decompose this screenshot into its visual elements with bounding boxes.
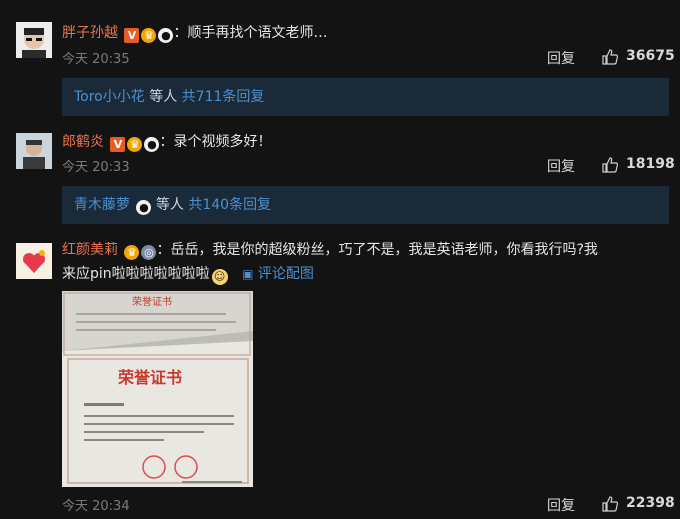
- reply-count-link[interactable]: 共711条回复: [182, 89, 265, 105]
- like-count: 22398: [626, 495, 675, 511]
- comment-text: 红颜美莉 ♛ ◎ ：岳岳，我是你的超级粉丝，巧了不是，我是英语老师，你看我行吗?我: [62, 239, 660, 261]
- thumbs-up-icon[interactable]: [602, 157, 618, 173]
- reply-suffix: 等人: [144, 89, 182, 105]
- replies-summary[interactable]: Toro小小花 等人 共711条回复: [62, 78, 669, 116]
- crown-badge-icon: ♛: [141, 28, 157, 43]
- medal-badge-icon: ◎: [141, 245, 157, 260]
- comment-body: ：顺手再找个语文老师…: [173, 25, 328, 41]
- comment-text: 胖子孙越 V ♛ ● ：顺手再找个语文老师…: [62, 22, 660, 44]
- username-link[interactable]: 红颜美莉: [62, 242, 118, 258]
- avatar[interactable]: [16, 133, 52, 169]
- picture-icon[interactable]: ▣: [242, 267, 253, 281]
- crown-badge-icon: ♛: [124, 245, 140, 260]
- reply-user-link[interactable]: 青木藤萝: [74, 197, 130, 213]
- vip-v-icon: V: [110, 137, 126, 152]
- comment-text: 郎鹤炎 V ♛ ● ：录个视频多好！: [62, 131, 660, 153]
- comment-picture-link[interactable]: 评论配图: [258, 266, 314, 282]
- like-count: 36675: [626, 48, 675, 64]
- comment-time: 今天 20:33: [62, 160, 130, 175]
- comment-body: ：录个视频多好！: [159, 134, 272, 150]
- thumbs-up-icon[interactable]: [602, 49, 618, 65]
- avatar[interactable]: [16, 243, 52, 279]
- comment-item: 郎鹤炎 V ♛ ● ：录个视频多好！ 今天 20:33 回复 18198 青木藤萝 ●…: [0, 120, 680, 230]
- comment-item: 胖子孙越 V ♛ ● ：顺手再找个语文老师… 今天 20:35 回复 36675 To…: [0, 0, 680, 120]
- comment-time: 今天 20:35: [62, 52, 130, 67]
- reply-suffix: 等人: [151, 197, 189, 213]
- comment-time: 今天 20:34: [62, 499, 130, 514]
- shy-emoji-icon: ☺: [211, 269, 228, 285]
- comment-body-line2: 来应pin啦啦啦啦啦啦啦: [62, 266, 210, 282]
- like-count: 18198: [626, 156, 675, 172]
- crown-badge-icon: ♛: [127, 137, 143, 152]
- reply-user-link[interactable]: Toro小小花: [74, 89, 145, 105]
- username-link[interactable]: 郎鹤炎: [62, 134, 104, 150]
- reply-button[interactable]: 回复: [547, 156, 575, 176]
- comment-text-line2: 来应pin啦啦啦啦啦啦啦 ☺ ▣ 评论配图: [62, 263, 660, 285]
- comment-item: 红颜美莉 ♛ ◎ ：岳岳，我是你的超级粉丝，巧了不是，我是英语老师，你看我行吗?我 …: [0, 230, 680, 519]
- reply-button[interactable]: 回复: [547, 495, 575, 515]
- comment-image[interactable]: 荣誉证书 荣誉证书: [62, 291, 253, 487]
- username-link[interactable]: 胖子孙越: [62, 25, 118, 41]
- vip-v-icon: V: [124, 28, 140, 43]
- panda-badge-icon: ●: [144, 137, 160, 152]
- cert-title-small: 荣誉证书: [132, 295, 172, 308]
- thumbs-up-icon[interactable]: [602, 496, 618, 512]
- cert-title-large: 荣誉证书: [117, 368, 182, 387]
- reply-count-link[interactable]: 共140条回复: [188, 197, 271, 213]
- panda-badge-icon: ●: [158, 28, 174, 43]
- avatar[interactable]: [16, 22, 52, 58]
- panda-badge-icon: ●: [136, 200, 152, 215]
- comment-list: 胖子孙越 V ♛ ● ：顺手再找个语文老师… 今天 20:35 回复 36675 To…: [0, 0, 680, 519]
- comment-body-line1: ：岳岳，我是你的超级粉丝，巧了不是，我是英语老师，你看我行吗?我: [156, 242, 598, 258]
- reply-button[interactable]: 回复: [547, 48, 575, 68]
- replies-summary[interactable]: 青木藤萝 ● 等人 共140条回复: [62, 186, 669, 224]
